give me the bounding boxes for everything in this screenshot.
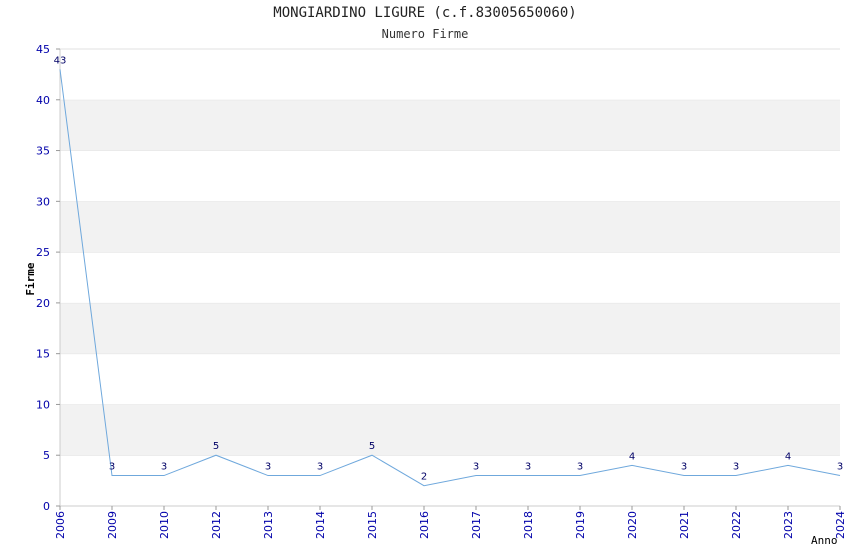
x-tick-label: 2006 [54, 511, 67, 539]
x-tick-label: 2013 [262, 511, 275, 539]
y-tick-label: 40 [36, 94, 50, 107]
y-tick-label: 15 [36, 348, 50, 361]
data-label: 3 [317, 462, 323, 473]
x-tick-label: 2020 [626, 511, 639, 539]
x-tick-label: 2023 [782, 511, 795, 539]
x-axis-label: Anno [811, 534, 838, 547]
line-chart: 051015202530354045 2006 2009 2010 2012 2013 2… [24, 43, 847, 547]
y-tick-label: 45 [36, 43, 50, 56]
data-label: 3 [525, 462, 531, 473]
x-tick-label: 2015 [366, 511, 379, 539]
y-tick-label: 35 [36, 145, 50, 158]
data-label: 5 [213, 441, 219, 452]
y-tick-label: 10 [36, 398, 50, 411]
data-label: 5 [369, 441, 375, 452]
data-label: 3 [577, 462, 583, 473]
x-tick-label: 2017 [470, 511, 483, 539]
data-label: 3 [473, 462, 479, 473]
y-axis-label: Firme [24, 262, 37, 295]
x-tick-label: 2018 [522, 511, 535, 539]
data-label: 2 [421, 472, 427, 483]
y-tick-label: 0 [43, 500, 50, 513]
y-tick-label: 25 [36, 246, 50, 259]
x-tick-label: 2016 [418, 511, 431, 539]
grid-band [60, 99, 840, 151]
x-tick-label: 2019 [574, 511, 587, 539]
grid-band [60, 150, 840, 202]
y-tick-label: 30 [36, 195, 50, 208]
x-tick-label: 2022 [730, 511, 743, 539]
x-tick-label: 2012 [210, 511, 223, 539]
data-label: 3 [265, 462, 271, 473]
grid-band [60, 404, 840, 456]
x-tick-label: 2021 [678, 511, 691, 539]
data-label: 3 [109, 462, 115, 473]
y-tick-label: 20 [36, 297, 50, 310]
grid-band [60, 252, 840, 303]
data-label: 43 [54, 55, 67, 66]
grid-band [60, 302, 840, 354]
data-label: 4 [629, 451, 635, 462]
grid-band [60, 201, 840, 253]
x-tick-label: 2010 [158, 511, 171, 539]
data-label: 3 [837, 462, 843, 473]
grid-band [60, 353, 840, 405]
x-tick-label: 2014 [314, 511, 327, 539]
data-label: 4 [785, 451, 791, 462]
y-tick-label: 5 [43, 449, 50, 462]
data-label: 3 [681, 462, 687, 473]
data-label: 3 [161, 462, 167, 473]
x-tick-label: 2009 [106, 511, 119, 539]
grid-band [60, 49, 840, 100]
data-label: 3 [733, 462, 739, 473]
